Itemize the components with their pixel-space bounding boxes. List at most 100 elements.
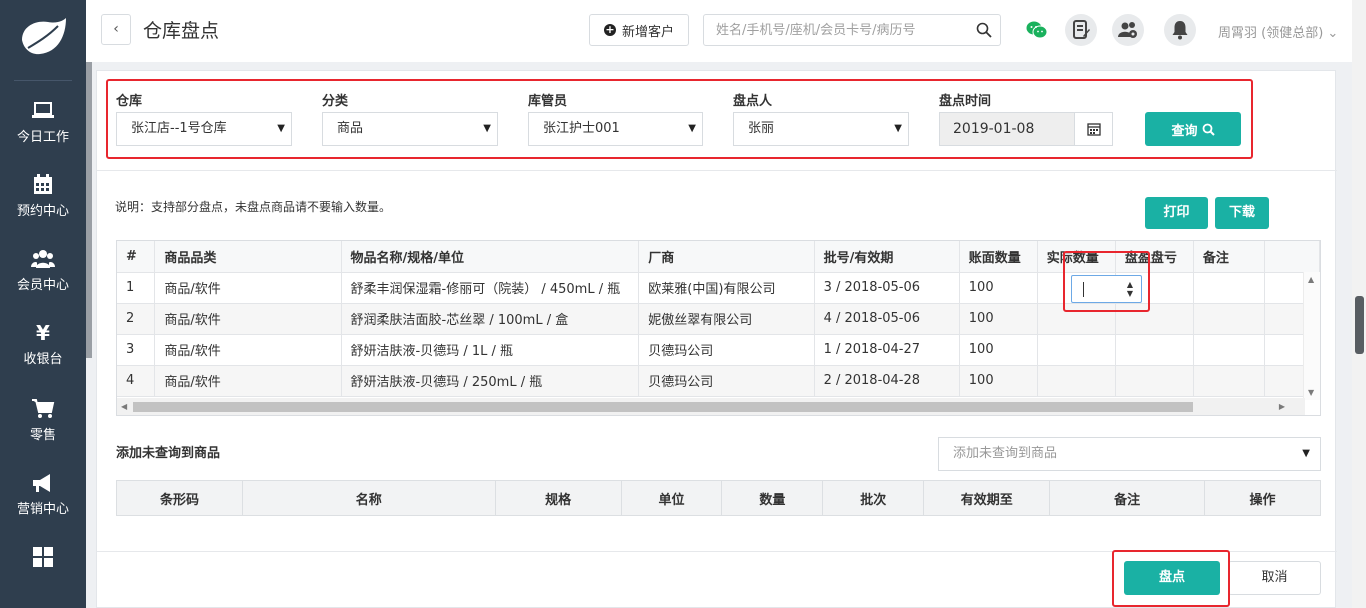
caret-down-icon: ▼ <box>688 123 696 134</box>
user-menu[interactable]: 周霄羽 (领健总部) ⌄ <box>1218 22 1338 41</box>
cell-book-qty: 100 <box>959 303 1038 335</box>
cancel-button[interactable]: 取消 <box>1228 561 1321 595</box>
scroll-left-arrow-icon[interactable]: ◀ <box>121 402 127 411</box>
calendar-icon <box>1086 123 1101 136</box>
cell-remark[interactable] <box>1193 272 1266 304</box>
cart-icon <box>31 398 55 420</box>
cell-actual-qty[interactable] <box>1037 334 1116 366</box>
cell-diff <box>1115 303 1194 335</box>
sidebar-item-apps[interactable] <box>0 546 86 608</box>
search-icon <box>1202 123 1215 136</box>
actual-qty-input[interactable]: ▲ ▼ <box>1071 275 1142 303</box>
yen-icon: ¥ <box>36 321 50 345</box>
search-box <box>703 14 1001 46</box>
sidebar-item-label: 营销中心 <box>16 502 69 517</box>
cell-category: 商品/软件 <box>154 334 342 366</box>
counter-select[interactable]: 张丽 ▼ <box>733 112 909 146</box>
table-horizontal-scrollbar[interactable]: ◀ ▶ <box>117 398 1305 415</box>
scroll-right-arrow-icon[interactable]: ▶ <box>1279 402 1285 411</box>
cell-batch: 3 / 2018-05-06 <box>814 272 960 304</box>
add-unfound-select[interactable]: 添加未查询到商品 ▼ <box>938 437 1321 471</box>
column-header: 有效期至 <box>923 480 1051 516</box>
column-header: 备注 <box>1193 241 1266 273</box>
warehouse-value: 张江店--1号仓库 <box>131 121 227 136</box>
search-input[interactable] <box>704 15 964 45</box>
calendar-button[interactable] <box>1074 113 1112 145</box>
cell-vendor: 妮傲丝翠有限公司 <box>638 303 815 335</box>
cell-actual-qty[interactable] <box>1037 365 1116 397</box>
footer-divider <box>97 551 1337 552</box>
counter-value: 张丽 <box>748 121 775 136</box>
warehouse-select[interactable]: 张江店--1号仓库 ▼ <box>116 112 292 146</box>
column-header <box>1264 241 1320 273</box>
download-button[interactable]: 下载 <box>1215 197 1269 229</box>
scroll-down-arrow-icon[interactable]: ▼ <box>1308 388 1314 397</box>
cell-diff <box>1115 334 1194 366</box>
butterfly-logo-icon <box>22 18 66 55</box>
scrollbar-thumb[interactable] <box>133 402 1193 412</box>
scroll-up-arrow-icon[interactable]: ▲ <box>1308 275 1314 284</box>
cell-actual-qty[interactable] <box>1037 303 1116 335</box>
grid-icon <box>31 546 55 568</box>
bell-icon[interactable] <box>1164 14 1196 46</box>
cell-remark[interactable] <box>1193 365 1266 397</box>
add-customer-button[interactable]: + 新增客户 <box>589 14 689 46</box>
add-unfound-label: 添加未查询到商品 <box>116 446 221 461</box>
wechat-icon[interactable] <box>1021 14 1053 46</box>
number-spinner[interactable]: ▲ ▼ <box>1123 280 1137 300</box>
sidebar-item-retail[interactable]: 零售 <box>0 398 86 462</box>
column-header: 厂商 <box>638 241 815 273</box>
top-header: ‹ 仓库盘点 + 新增客户 周霄羽 (领健总部) ⌄ <box>86 0 1366 62</box>
search-icon[interactable] <box>976 22 992 38</box>
cell-remark[interactable] <box>1193 303 1266 335</box>
cell-name: 舒润柔肤洁面胶-芯丝翠 / 100mL / 盒 <box>341 303 640 335</box>
print-button[interactable]: 打印 <box>1145 197 1208 229</box>
cell-batch: 1 / 2018-04-27 <box>814 334 960 366</box>
date-picker[interactable]: 2019-01-08 <box>939 112 1113 146</box>
sidebar-item-label: 今日工作 <box>16 130 69 145</box>
sidebar-item-marketing[interactable]: 营销中心 <box>0 472 86 536</box>
megaphone-icon <box>31 472 55 494</box>
column-header: 规格 <box>494 480 622 516</box>
column-header: 名称 <box>241 480 496 516</box>
column-header: 单位 <box>620 480 723 516</box>
table-row: 4 商品/软件 舒妍洁肤液-贝德玛 / 250mL / 瓶 贝德玛公司 2 / … <box>117 365 1320 397</box>
column-header: 物品名称/规格/单位 <box>341 241 640 273</box>
query-label: 查询 <box>1171 123 1198 139</box>
cell-name: 舒柔丰润保湿霜-修丽可（院装） / 450mL / 瓶 <box>341 272 640 304</box>
stock-table: # 商品品类 物品名称/规格/单位 厂商 批号/有效期 账面数量 实际数量 盘盈… <box>116 240 1321 416</box>
instruction-note: 说明：支持部分盘点，未盘点商品请不要输入数量。 <box>115 200 392 214</box>
table-header-row: # 商品品类 物品名称/规格/单位 厂商 批号/有效期 账面数量 实际数量 盘盈… <box>117 241 1320 273</box>
scrollbar-thumb[interactable] <box>1355 296 1364 354</box>
sidebar-item-members[interactable]: 会员中心 <box>0 248 86 312</box>
sidebar-item-appointments[interactable]: 预约中心 <box>0 174 86 238</box>
page-scrollbar[interactable] <box>1352 0 1366 608</box>
cell-remark[interactable] <box>1193 334 1266 366</box>
column-header: 盘盈盘亏 <box>1115 241 1194 273</box>
warehouse-label: 仓库 <box>116 94 143 109</box>
back-button[interactable]: ‹ <box>101 14 131 45</box>
cell-vendor: 欧莱雅(中国)有限公司 <box>638 272 815 304</box>
calendar-icon <box>31 174 55 196</box>
column-header: 批次 <box>822 480 925 516</box>
document-edit-icon[interactable] <box>1065 14 1097 46</box>
cell-category: 商品/软件 <box>154 365 342 397</box>
query-button[interactable]: 查询 <box>1145 112 1241 146</box>
category-value: 商品 <box>337 121 364 136</box>
cell-vendor: 贝德玛公司 <box>638 365 815 397</box>
user-settings-icon[interactable] <box>1112 14 1144 46</box>
keeper-select[interactable]: 张江护士001 ▼ <box>528 112 703 146</box>
sidebar-item-today-work[interactable]: 今日工作 <box>0 100 86 164</box>
sidebar-item-label: 预约中心 <box>16 204 69 219</box>
users-icon <box>31 248 55 270</box>
category-select[interactable]: 商品 ▼ <box>322 112 498 146</box>
sidebar-item-label: 收银台 <box>23 352 63 367</box>
sidebar-scrollbar[interactable] <box>86 60 92 358</box>
cell-name: 舒妍洁肤液-贝德玛 / 1L / 瓶 <box>341 334 640 366</box>
chevron-down-icon: ⌄ <box>1327 26 1339 41</box>
column-header: 条形码 <box>116 480 243 516</box>
stocktake-submit-button[interactable]: 盘点 <box>1124 561 1220 595</box>
table-header-row: 条形码 名称 规格 单位 数量 批次 有效期至 备注 操作 <box>116 480 1321 516</box>
sidebar-item-cashier[interactable]: ¥ 收银台 <box>0 322 86 386</box>
table-vertical-scrollbar[interactable]: ▲ ▼ <box>1303 272 1320 400</box>
